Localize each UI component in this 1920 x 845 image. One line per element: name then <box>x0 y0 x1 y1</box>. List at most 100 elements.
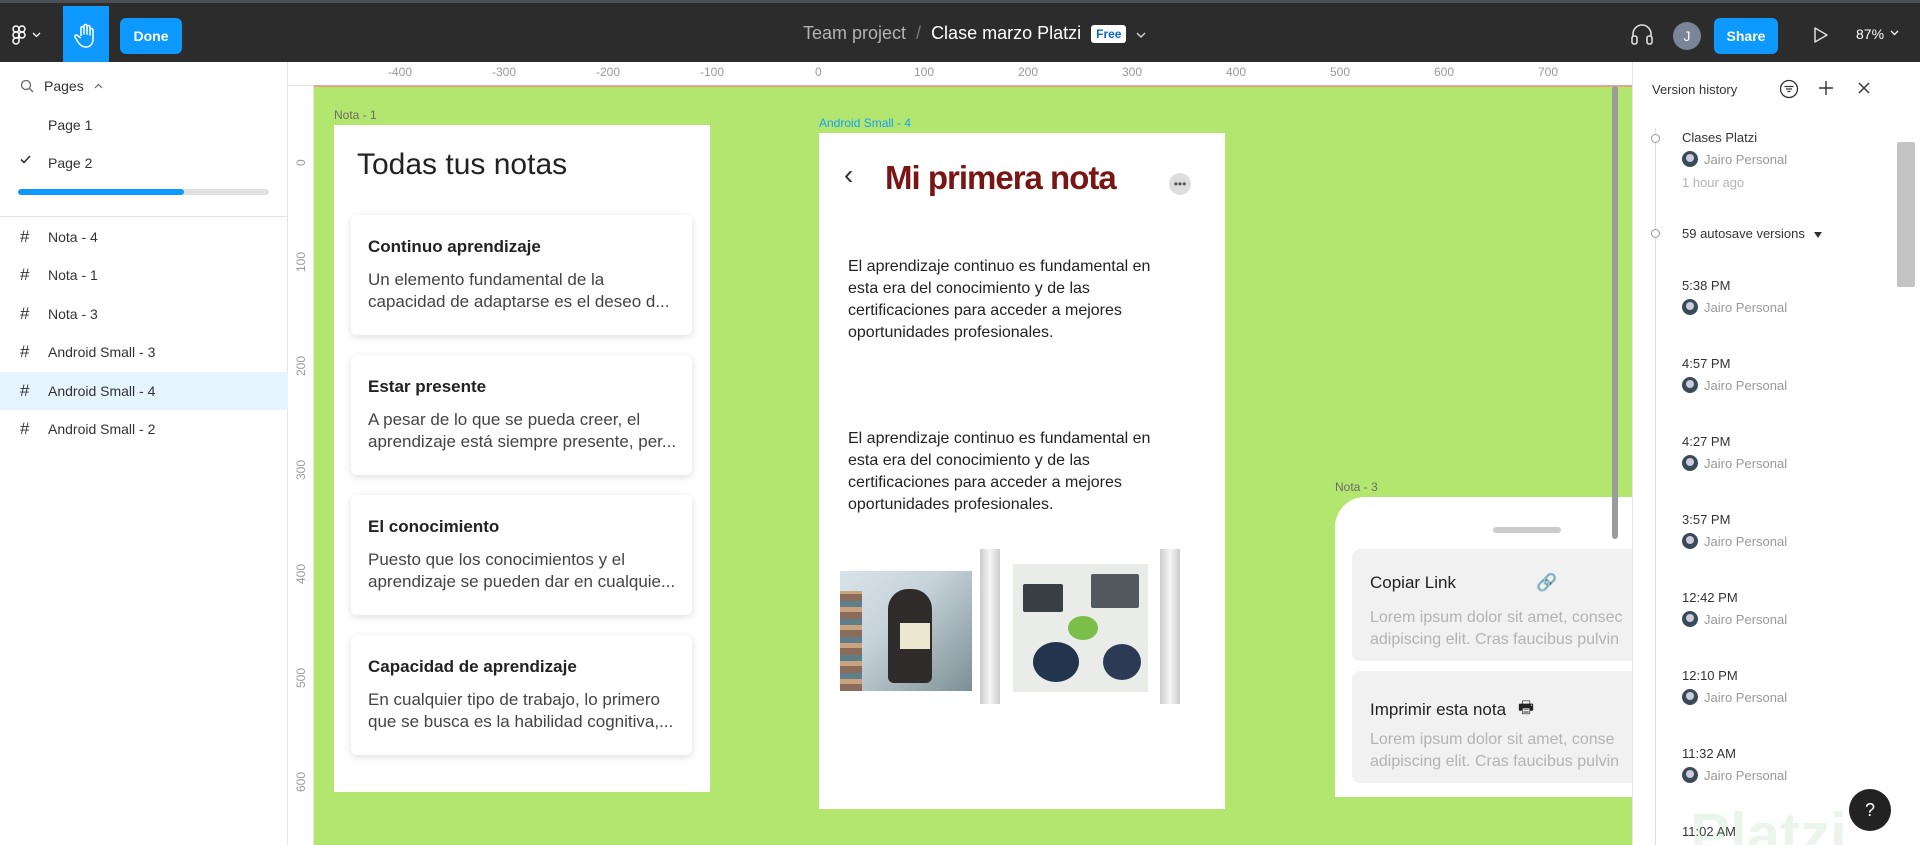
plant-shape <box>1068 616 1098 640</box>
help-button[interactable]: ? <box>1849 789 1891 831</box>
close-icon[interactable] <box>1858 82 1870 94</box>
ruler-tick: -200 <box>596 65 621 79</box>
avatar <box>1682 151 1698 167</box>
layers-panel: Pages Page 1 Page 2 # Nota - 4 # Nota - 1 … <box>0 62 288 845</box>
option-card-print[interactable]: Imprimir esta nota 🖶 Lorem ipsum dolor si… <box>1352 671 1632 783</box>
share-button[interactable]: Share <box>1714 18 1778 54</box>
avatar <box>1682 689 1698 705</box>
frame-label-nota-1[interactable]: Nota - 1 <box>334 108 377 122</box>
autosave-versions-toggle[interactable]: 59 autosave versions <box>1682 226 1823 241</box>
version-entry[interactable]: 12:10 PM Jairo Personal <box>1682 668 1787 705</box>
frame-nota-3[interactable]: Copiar Link 🔗 Lorem ipsum dolor sit amet,… <box>1335 497 1632 797</box>
avatar <box>1682 455 1698 471</box>
headphones-icon[interactable] <box>1630 23 1654 50</box>
version-entry[interactable]: 4:57 PM Jairo Personal <box>1682 356 1787 393</box>
ruler-tick: 100 <box>914 65 935 79</box>
hand-tool-button[interactable] <box>63 6 109 65</box>
file-name[interactable]: Clase marzo Platzi <box>931 23 1081 44</box>
page-item-page-1[interactable]: Page 1 <box>48 117 92 133</box>
file-breadcrumb: Team project / Clase marzo Platzi Free <box>803 23 1146 44</box>
version-time: 12:10 PM <box>1682 668 1738 683</box>
figma-menu-button[interactable] <box>12 21 52 49</box>
user-avatar[interactable]: J <box>1673 22 1701 50</box>
version-time: 4:57 PM <box>1682 356 1731 371</box>
version-user: Jairo Personal <box>1704 455 1788 471</box>
frame-nota-1[interactable]: Todas tus notas Continuo aprendizaje Un … <box>334 125 710 792</box>
books-shape <box>840 591 862 691</box>
version-entry-named[interactable]: Clases Platzi Jairo Personal 1 hour ago <box>1682 130 1787 190</box>
avatar <box>1682 533 1698 549</box>
layer-label: Android Small - 2 <box>48 421 156 437</box>
design-canvas[interactable]: -400 -300 -200 -100 0 100 200 300 400 50… <box>288 62 1632 845</box>
layer-item[interactable]: # Nota - 3 <box>0 295 288 333</box>
figma-logo-icon <box>12 25 26 45</box>
version-user: Jairo Personal <box>1704 533 1788 549</box>
ruler-tick: 400 <box>294 563 308 584</box>
pages-scrollbar-thumb[interactable] <box>18 189 184 195</box>
layer-label: Nota - 4 <box>48 229 98 245</box>
layer-item[interactable]: # Nota - 4 <box>0 218 288 256</box>
zoom-level: 87% <box>1856 26 1885 42</box>
layer-item[interactable]: # Android Small - 2 <box>0 410 288 448</box>
avatar <box>1682 611 1698 627</box>
note-card[interactable]: Capacidad de aprendizaje En cualquier ti… <box>351 635 692 755</box>
note-card[interactable]: Continuo aprendizaje Un elemento fundame… <box>351 215 692 335</box>
canvas-scrollbar[interactable] <box>1612 86 1618 539</box>
sheet-handle[interactable] <box>1493 527 1561 533</box>
zoom-menu[interactable]: 87% <box>1856 26 1899 42</box>
note-card-title: El conocimiento <box>368 517 500 536</box>
frame-icon: # <box>20 265 30 284</box>
add-version-icon[interactable] <box>1818 80 1834 96</box>
panel-divider[interactable] <box>0 216 288 217</box>
back-chevron-icon[interactable]: ‹ <box>844 159 853 191</box>
search-icon[interactable] <box>20 79 34 93</box>
version-entry[interactable]: 11:32 AM Jairo Personal <box>1682 746 1787 783</box>
layer-item[interactable]: # Android Small - 3 <box>0 333 288 371</box>
note-title: Mi primera nota <box>885 159 1117 196</box>
pages-header[interactable]: Pages <box>20 78 103 94</box>
image-divider <box>980 549 1000 704</box>
filter-icon[interactable] <box>1779 79 1799 99</box>
present-play-icon[interactable] <box>1813 26 1829 49</box>
note-card-title: Continuo aprendizaje <box>368 237 541 256</box>
version-entry[interactable]: 3:57 PM Jairo Personal <box>1682 512 1787 549</box>
layer-label: Nota - 3 <box>48 306 98 322</box>
version-entry[interactable]: 4:27 PM Jairo Personal <box>1682 434 1787 471</box>
horizontal-ruler: -400 -300 -200 -100 0 100 200 300 400 50… <box>288 62 1632 86</box>
note-card[interactable]: Estar presente A pesar de lo que se pued… <box>351 355 692 475</box>
more-options-icon[interactable]: ••• <box>1169 173 1191 195</box>
layer-item-selected[interactable]: # Android Small - 4 <box>0 372 288 410</box>
file-menu-chevron-icon[interactable] <box>1136 27 1146 41</box>
layer-item[interactable]: # Nota - 1 <box>0 256 288 294</box>
avatar <box>1682 299 1698 315</box>
ruler-tick: 100 <box>294 251 308 272</box>
done-button[interactable]: Done <box>120 18 182 54</box>
frame-icon: # <box>20 227 30 246</box>
option-card-copy-link[interactable]: Copiar Link 🔗 Lorem ipsum dolor sit amet,… <box>1352 549 1632 661</box>
timeline-dot <box>1651 229 1660 238</box>
ruler-tick: 200 <box>294 355 308 376</box>
note-card[interactable]: El conocimiento Puesto que los conocimie… <box>351 495 692 615</box>
laptop-shape <box>1091 574 1139 608</box>
ruler-tick: 300 <box>1122 65 1143 79</box>
version-entry[interactable]: 12:42 PM Jairo Personal <box>1682 590 1787 627</box>
printer-icon: 🖶 <box>1518 698 1535 717</box>
book-shape <box>900 623 930 649</box>
option-body: Lorem ipsum dolor sit amet, conse <box>1370 731 1615 748</box>
panel-scrollbar-thumb[interactable] <box>1897 142 1915 287</box>
note-card-body: Puesto que los conocimientos y el aprend… <box>368 550 676 591</box>
note-paragraph: El aprendizaje continuo es fundamental e… <box>848 258 1151 341</box>
frame-icon: # <box>20 342 30 361</box>
check-icon <box>20 155 31 164</box>
pages-scrollbar[interactable] <box>18 189 269 195</box>
page-item-page-2[interactable]: Page 2 <box>48 155 92 171</box>
chevron-up-icon[interactable] <box>94 83 103 89</box>
frame-label-android-small-4[interactable]: Android Small - 4 <box>819 116 911 130</box>
frame-icon: # <box>20 419 30 438</box>
version-entry[interactable]: 5:38 PM Jairo Personal <box>1682 278 1787 315</box>
desk-work-image <box>1013 564 1148 692</box>
chevron-down-icon <box>1890 30 1899 36</box>
frame-android-small-4[interactable]: ‹ Mi primera nota ••• El aprendizaje con… <box>819 133 1225 809</box>
team-name[interactable]: Team project <box>803 23 906 44</box>
frame-label-nota-3[interactable]: Nota - 3 <box>1335 480 1378 494</box>
